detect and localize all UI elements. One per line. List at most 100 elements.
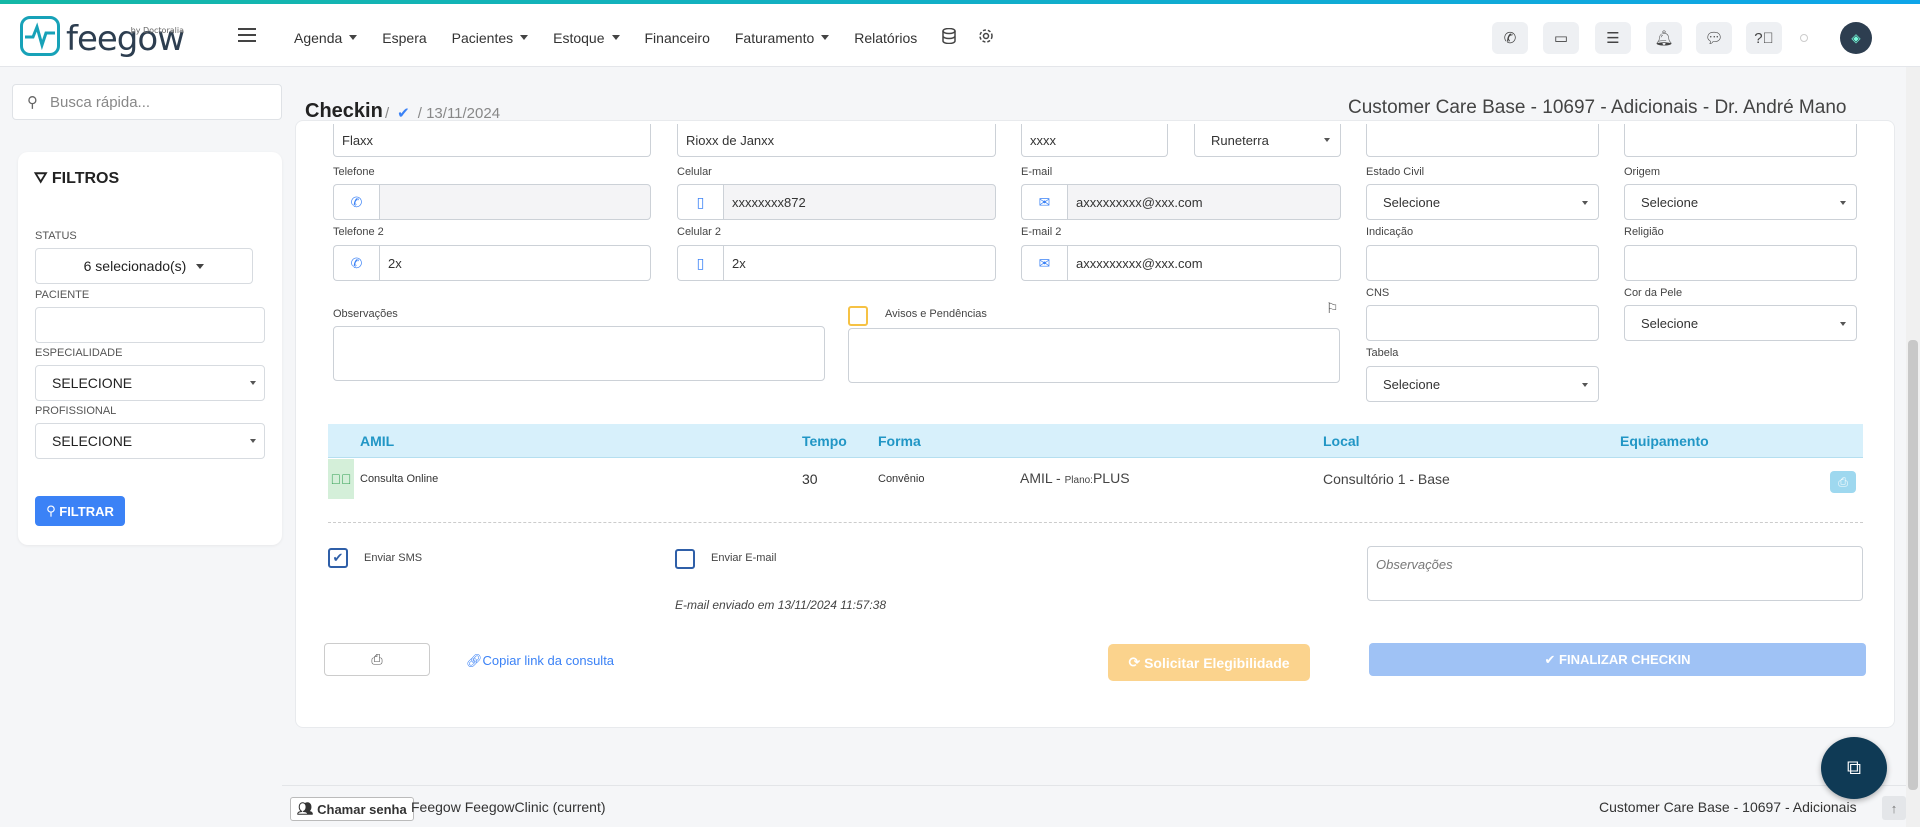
telefone-input[interactable] xyxy=(379,184,651,220)
scrollbar-thumb[interactable] xyxy=(1908,340,1918,790)
enviar-email-checkbox[interactable] xyxy=(675,549,695,569)
nav-agenda[interactable]: Agenda xyxy=(294,28,358,47)
table-row: ✓⃝ Consulta Online 30 Convênio AMIL - Pl… xyxy=(328,459,1863,499)
logo-wordmark: feegow by Doctoralia xyxy=(66,22,185,56)
chevron-down-icon xyxy=(196,263,205,269)
mobile-icon: ▯ xyxy=(677,184,723,220)
tasks-button[interactable]: ☰ xyxy=(1595,22,1631,54)
profissional-label: PROFISSIONAL xyxy=(35,405,117,417)
status-dot-icon xyxy=(1800,34,1808,42)
telefone-label: Telefone xyxy=(333,166,375,178)
solicitar-elegibilidade-button[interactable]: ⟳ Solicitar Elegibilidade xyxy=(1108,644,1310,681)
field-top-5[interactable] xyxy=(1366,124,1599,157)
religiao-input[interactable] xyxy=(1624,245,1857,281)
avisos-textarea[interactable] xyxy=(848,328,1340,383)
envelope-icon: ✉ xyxy=(1021,184,1067,220)
nome-field[interactable]: Flaxx xyxy=(333,124,651,157)
regiao-select[interactable]: Runeterra xyxy=(1194,124,1341,157)
main-nav: Agenda Espera Pacientes Estoque Financei… xyxy=(294,27,1016,47)
gear-icon[interactable] xyxy=(978,28,994,47)
refresh-icon: ⟳ xyxy=(1128,654,1145,670)
database-icon[interactable] xyxy=(942,27,957,47)
nav-faturamento[interactable]: Faturamento xyxy=(735,28,830,47)
observacoes-textarea[interactable] xyxy=(333,326,825,381)
printer-icon: ⎙ xyxy=(1838,474,1848,489)
help-button[interactable]: ?⃝ xyxy=(1746,22,1782,54)
chamar-senha-button[interactable]: 👥︎ Chamar senha xyxy=(290,797,414,821)
inbox-button[interactable]: ▭ xyxy=(1543,22,1579,54)
nav-espera[interactable]: Espera xyxy=(382,28,426,47)
procedure-plano: AMIL - Plano:PLUS xyxy=(1020,470,1130,486)
print-button[interactable]: ⎙ xyxy=(324,643,430,676)
enviar-email-label: Enviar E-mail xyxy=(711,552,777,564)
field-xxxx[interactable]: xxxx xyxy=(1021,124,1168,157)
logo-by-doctoralia: by Doctoralia xyxy=(130,26,184,35)
phone-button[interactable]: ✆ xyxy=(1492,22,1528,54)
chevron-down-icon xyxy=(1582,383,1588,387)
chevron-down-icon xyxy=(250,381,256,385)
nav-relatorios[interactable]: Relatórios xyxy=(854,28,917,47)
profissional-select[interactable]: SELECIONE xyxy=(35,423,265,459)
notifications-button[interactable]: 🔔︎ xyxy=(1646,22,1682,54)
chat-button[interactable]: 💬︎ xyxy=(1696,22,1732,54)
help-icon: ?⃝ xyxy=(1754,29,1774,47)
email-input[interactable]: axxxxxxxxx@xxx.com xyxy=(1067,184,1341,220)
procedure-forma: Convênio xyxy=(878,473,925,485)
tabela-select[interactable]: Selecione xyxy=(1366,366,1599,402)
cns-label: CNS xyxy=(1366,287,1390,299)
origem-select[interactable]: Selecione xyxy=(1624,184,1857,220)
cor-pele-select[interactable]: Selecione xyxy=(1624,305,1857,341)
email2-input[interactable]: axxxxxxxxx@xxx.com xyxy=(1067,245,1341,281)
feegow-logo[interactable]: feegow by Doctoralia xyxy=(20,16,185,56)
scroll-top-button[interactable]: ↑ xyxy=(1882,796,1906,820)
assistant-fab[interactable]: ⧉ xyxy=(1821,737,1887,799)
avatar[interactable]: ◈ xyxy=(1840,22,1872,54)
nav-pacientes[interactable]: Pacientes xyxy=(452,28,529,47)
filtrar-button[interactable]: ⚲ FILTRAR xyxy=(35,496,125,526)
chevron-down-icon xyxy=(520,35,529,40)
th-tempo: Tempo xyxy=(802,433,847,449)
flag-icon[interactable]: ⚐ xyxy=(1326,300,1339,317)
nav-financeiro[interactable]: Financeiro xyxy=(645,28,710,47)
nav-estoque[interactable]: Estoque xyxy=(553,28,620,47)
indicacao-input[interactable] xyxy=(1366,245,1599,281)
avisos-checkbox[interactable] xyxy=(848,306,868,326)
th-forma: Forma xyxy=(878,433,921,449)
th-equipamento: Equipamento xyxy=(1620,433,1709,449)
celular2-input[interactable]: 2x xyxy=(723,245,996,281)
indicacao-label: Indicação xyxy=(1366,226,1414,238)
menu-hamburger-icon[interactable] xyxy=(238,28,256,42)
quick-search-input[interactable]: ⚲ Busca rápida... xyxy=(12,84,282,120)
divider xyxy=(328,522,1863,523)
especialidade-label: ESPECIALIDADE xyxy=(35,347,123,359)
print-equipment-button[interactable]: ⎙ xyxy=(1830,471,1856,493)
especialidade-select[interactable]: SELECIONE xyxy=(35,365,265,401)
assistant-icon: ⧉ xyxy=(1846,756,1862,779)
phone-icon: ✆ xyxy=(1503,30,1517,47)
enviar-sms-checkbox[interactable]: ✔ xyxy=(328,548,348,568)
copy-link[interactable]: 🔗︎Copiar link da consulta xyxy=(466,653,614,669)
religiao-label: Religião xyxy=(1624,226,1664,238)
field-top-6[interactable] xyxy=(1624,124,1857,157)
status-select[interactable]: 6 selecionado(s) xyxy=(35,248,253,284)
footer-unit: Customer Care Base - 10697 - Adicionais xyxy=(1599,799,1857,815)
finalizar-checkin-button[interactable]: ✔ FINALIZAR CHECKIN xyxy=(1369,643,1866,676)
telefone2-input[interactable]: 2x xyxy=(379,245,651,281)
chevron-down-icon xyxy=(1840,322,1846,326)
procedure-name: Consulta Online xyxy=(360,473,439,485)
th-local: Local xyxy=(1323,433,1360,449)
cns-input[interactable] xyxy=(1366,305,1599,341)
cidade-field[interactable]: Rioxx de Janxx xyxy=(677,124,996,157)
celular-input[interactable]: xxxxxxxx872 xyxy=(723,184,996,220)
link-icon: 🔗︎ xyxy=(466,653,483,668)
chevron-down-icon xyxy=(1840,201,1846,205)
observacoes-label: Observações xyxy=(333,308,398,320)
users-icon: 👥︎ xyxy=(297,801,318,816)
send-observacoes-textarea[interactable]: Observações xyxy=(1367,546,1863,601)
estado-civil-label: Estado Civil xyxy=(1366,166,1425,178)
paciente-input[interactable] xyxy=(35,307,265,343)
estado-civil-select[interactable]: Selecione xyxy=(1366,184,1599,220)
search-icon: ⚲ xyxy=(46,503,60,518)
chevron-down-icon xyxy=(1324,138,1330,142)
check-icon: ✔ xyxy=(332,550,344,565)
